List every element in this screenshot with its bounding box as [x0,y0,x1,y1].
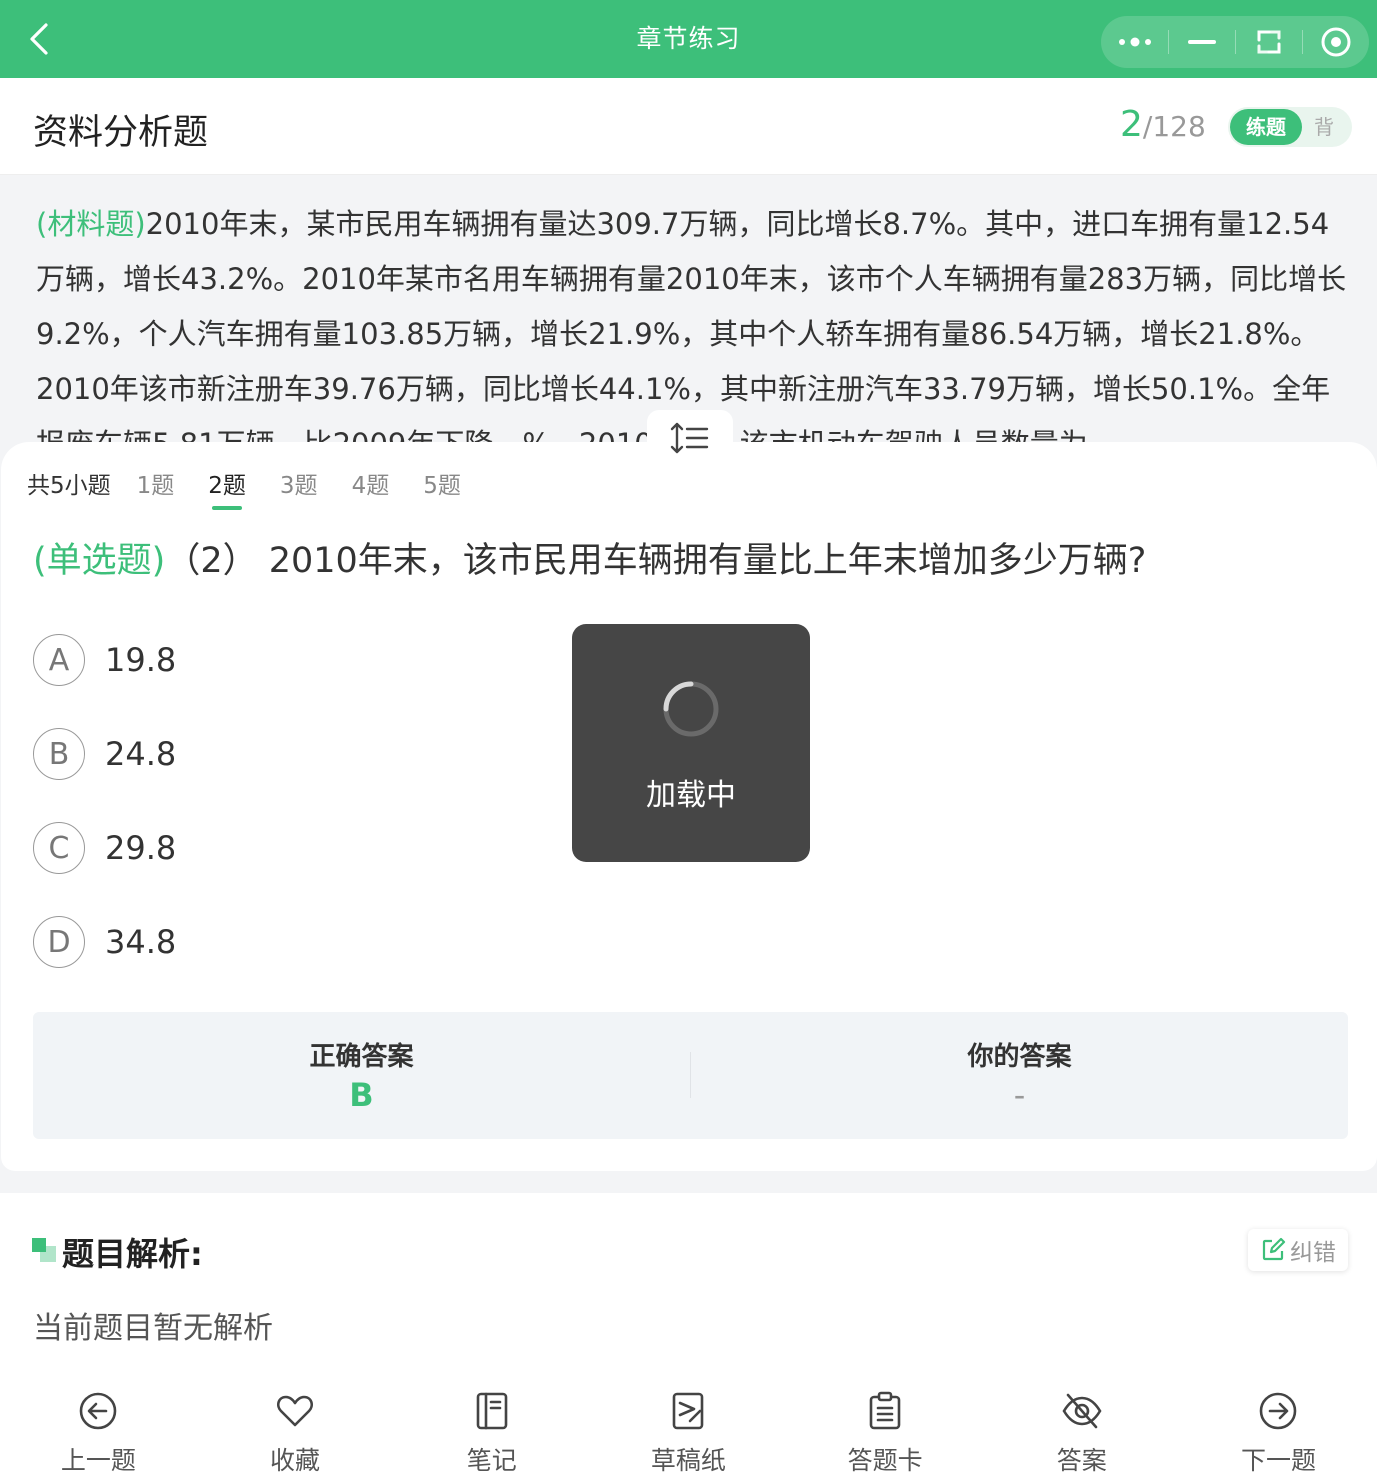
subtab-3[interactable]: 3题 [280,466,318,500]
current-question-number: 2 [1120,104,1143,145]
answer-card-label: 答题卡 [847,1446,923,1475]
more-icon[interactable] [1101,16,1168,68]
eye-off-icon [1062,1393,1102,1429]
close-capsule-icon[interactable] [1302,16,1369,68]
analysis-title: 题目解析: [62,1235,203,1273]
option-text: 29.8 [105,829,177,867]
mini-program-capsule [1101,16,1369,68]
loading-toast: 加载中 [572,624,810,862]
question-number: （2） [165,541,258,581]
report-error-label: 纠错 [1290,1240,1336,1266]
prev-question-button[interactable]: 上一题 [0,1375,197,1480]
option-d[interactable]: D 34.8 [33,914,176,970]
question-text: 2010年末，该市民用车辆拥有量比上年末增加多少万辆? [268,541,1147,581]
question-header: 资料分析题 2/128 [0,78,1377,175]
your-answer-label: 你的答案 [967,1042,1072,1072]
option-text: 34.8 [105,923,177,961]
draft-paper-icon [673,1392,704,1430]
notes-label: 笔记 [466,1446,517,1475]
line-height-icon [670,422,709,454]
spinner-icon [663,681,719,737]
option-text: 24.8 [105,735,177,773]
bottom-toolbar: 上一题 收藏 笔记 草稿纸 答题卡 答案 下一题 [0,1375,1377,1480]
answer-card-button[interactable]: 答题卡 [787,1375,984,1480]
option-letter: A [33,634,85,686]
favorite-button[interactable]: 收藏 [197,1375,394,1480]
option-b[interactable]: B 24.8 [33,726,176,782]
draft-paper-label: 草稿纸 [650,1446,726,1475]
subtab-5[interactable]: 5题 [423,466,461,500]
analysis-body: 当前题目暂无解析 [33,1311,273,1346]
option-letter: D [33,916,85,968]
option-letter: C [33,822,85,874]
resize-icon[interactable] [1235,16,1302,68]
next-question-button[interactable]: 下一题 [1180,1375,1377,1480]
mode-recite[interactable]: 背 [1314,107,1334,147]
top-nav-bar: 章节练习 [0,0,1377,78]
analysis-section: 题目解析: 当前题目暂无解析 纠错 [0,1193,1377,1375]
question-stem: (单选题)（2） 2010年末，该市民用车辆拥有量比上年末增加多少万辆? [33,538,1353,584]
option-a[interactable]: A 19.8 [33,632,176,688]
clipboard-icon [869,1391,901,1430]
draft-paper-button[interactable]: 草稿纸 [590,1375,787,1480]
correct-answer: 正确答案 B [33,1012,690,1139]
arrow-right-circle-icon [1260,1392,1297,1430]
question-progress: 2/128 [1120,104,1206,145]
loading-text: 加载中 [646,778,736,813]
mode-toggle[interactable]: 练题 背 [1228,107,1352,147]
favorite-label: 收藏 [270,1446,321,1475]
next-question-label: 下一题 [1240,1446,1316,1475]
arrow-left-circle-icon [80,1392,117,1430]
subquestion-count: 共5小题 [27,473,111,499]
notes-button[interactable]: 笔记 [393,1375,590,1480]
show-answer-label: 答案 [1056,1446,1107,1475]
option-text: 19.8 [105,641,177,679]
section-title: 资料分析题 [33,113,209,153]
your-answer: 你的答案 - [691,1012,1348,1139]
subtab-4[interactable]: 4题 [352,466,390,500]
heart-icon [277,1395,314,1427]
edit-icon [1262,1237,1286,1261]
your-answer-value: - [1013,1076,1026,1114]
report-error-button[interactable]: 纠错 [1248,1229,1348,1271]
section-marker-icon [32,1238,56,1262]
subtab-1[interactable]: 1题 [137,466,175,500]
answer-summary: 正确答案 B 你的答案 - [33,1012,1348,1139]
drag-handle[interactable] [647,410,733,466]
subquestion-tabs: 共5小题 1题 2题 3题 4题 5题 [27,466,495,510]
material-tag: (材料题) [36,207,146,241]
minimize-icon[interactable] [1168,16,1235,68]
prev-question-label: 上一题 [60,1446,136,1475]
notebook-icon [476,1392,508,1430]
subtab-2[interactable]: 2题 [208,466,246,510]
mode-practice[interactable]: 练题 [1230,109,1302,145]
correct-answer-value: B [349,1076,374,1114]
correct-answer-label: 正确答案 [309,1042,414,1072]
question-type-tag: (单选题) [33,541,166,581]
option-c[interactable]: C 29.8 [33,820,176,876]
option-letter: B [33,728,85,780]
total-questions: /128 [1142,110,1206,143]
show-answer-button[interactable]: 答案 [983,1375,1180,1480]
